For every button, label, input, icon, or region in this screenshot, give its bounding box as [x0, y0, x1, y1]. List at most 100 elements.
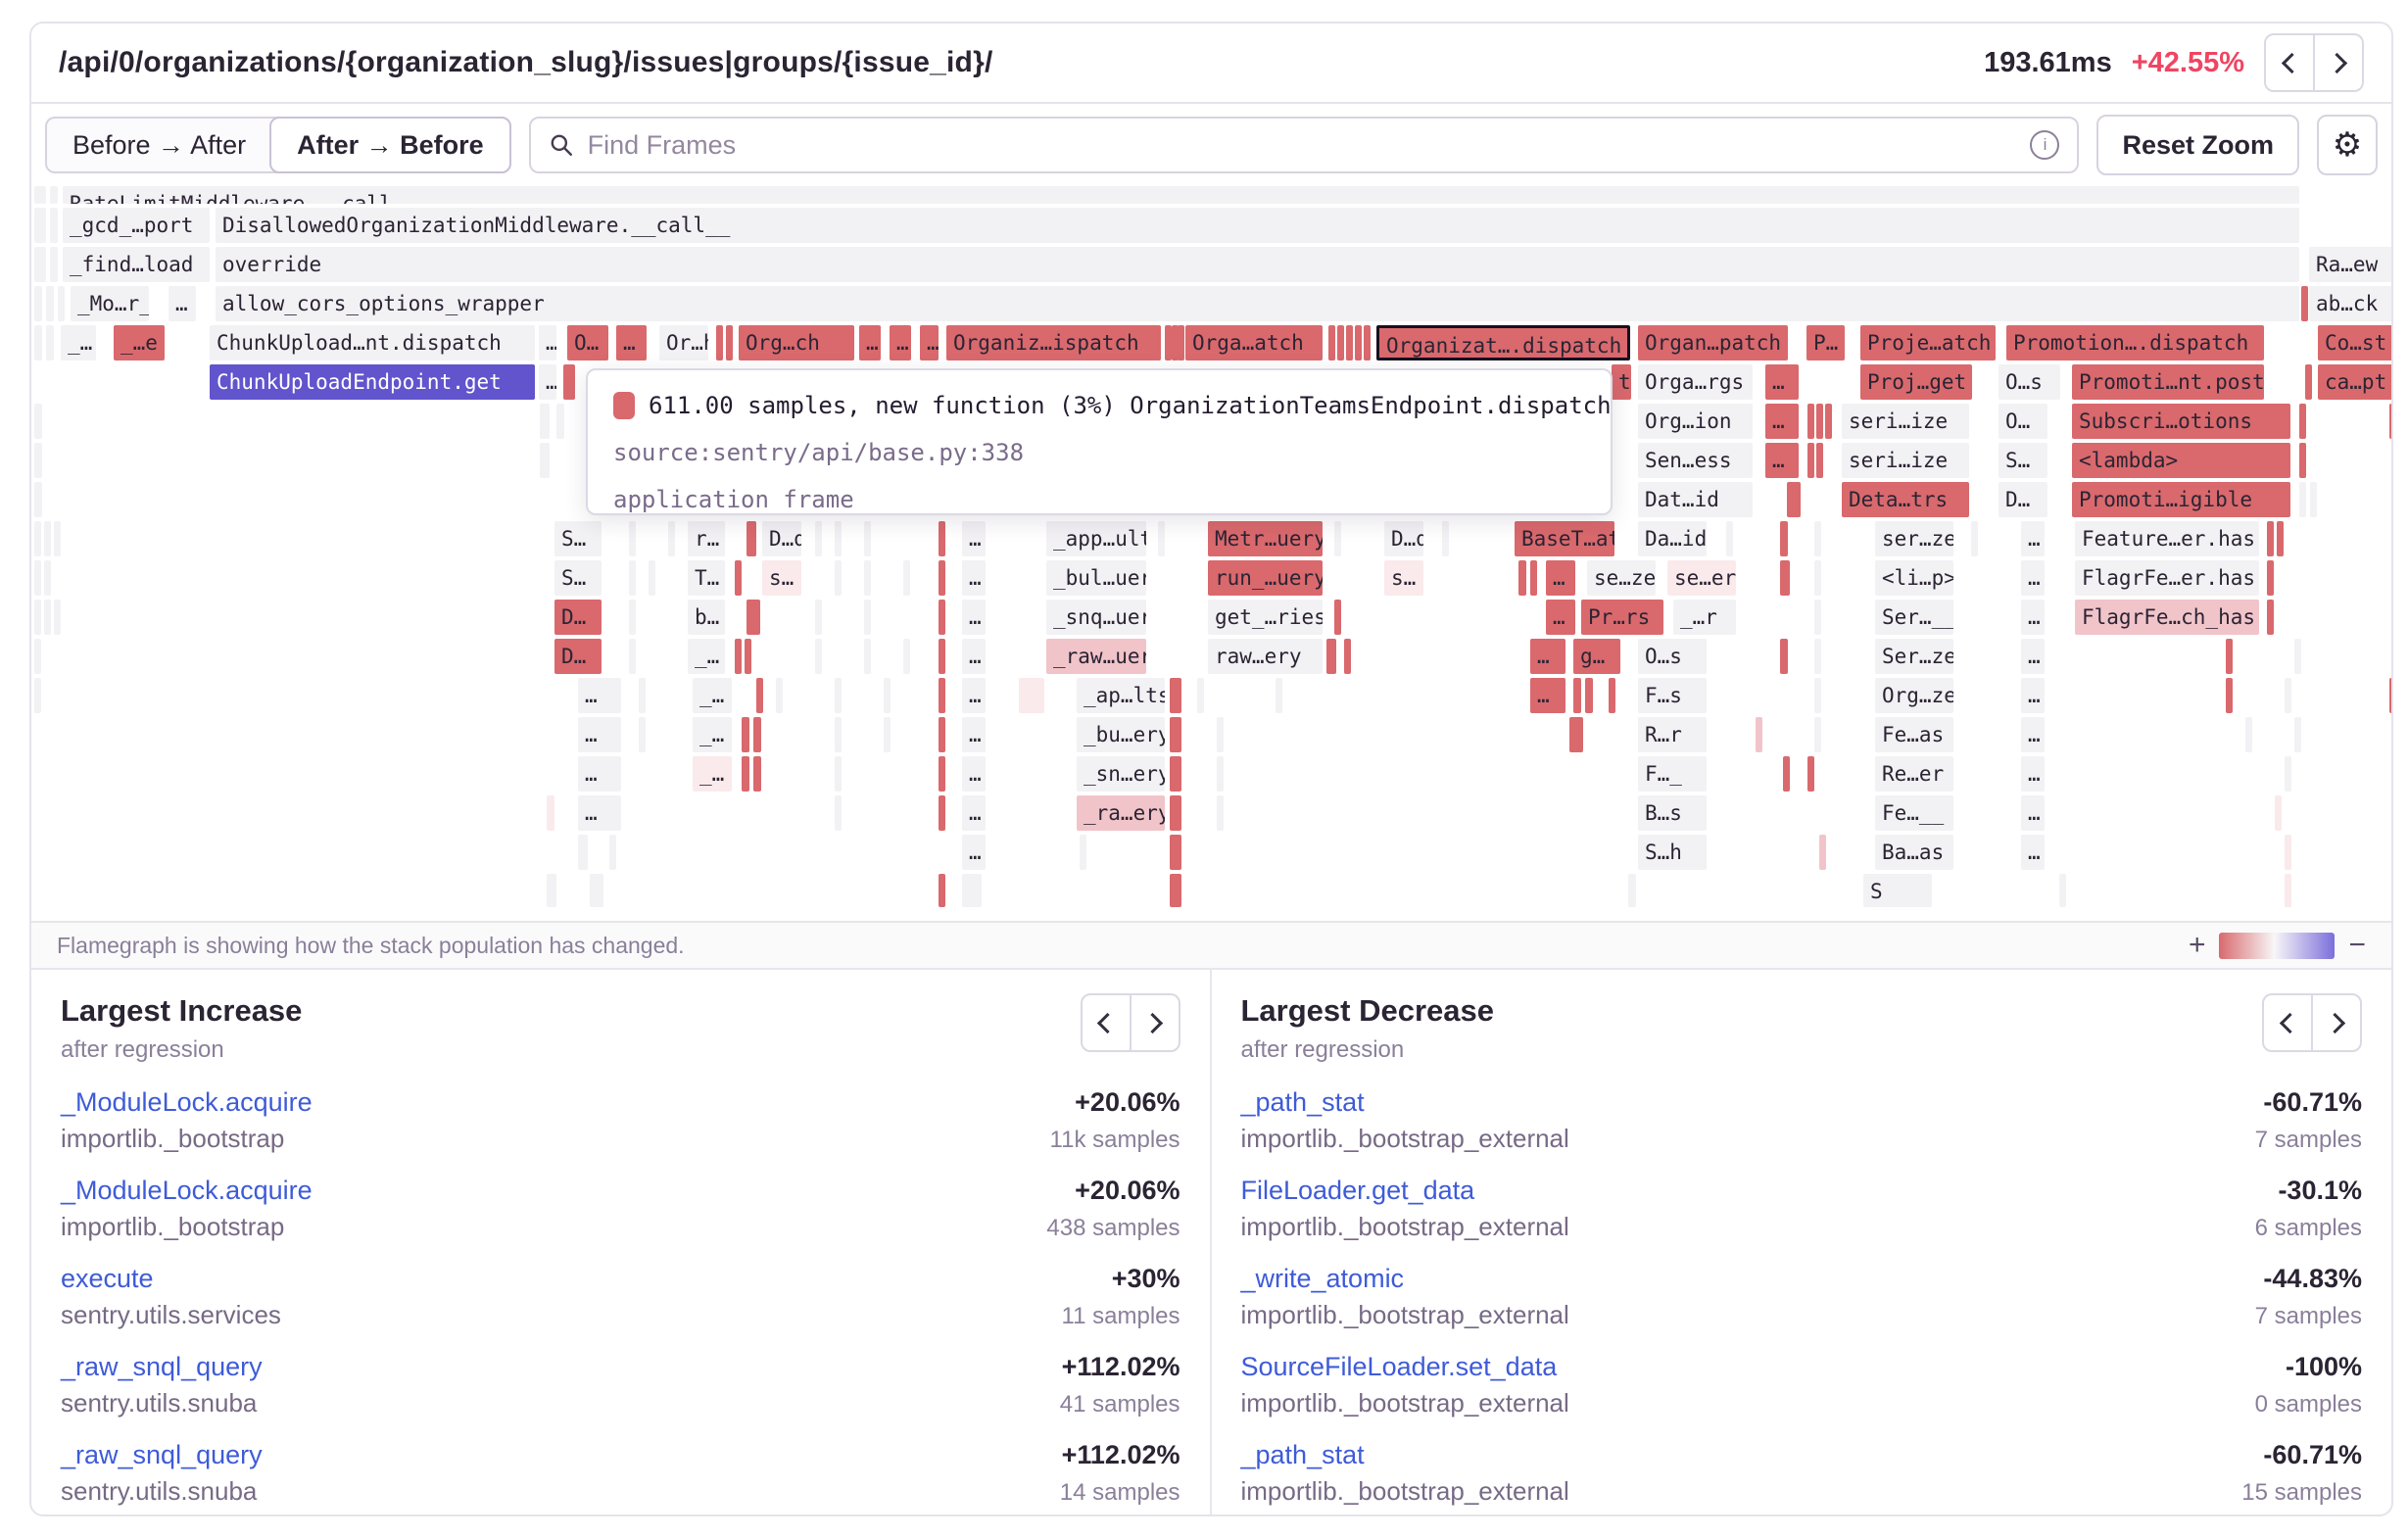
flame-cell[interactable]	[2226, 678, 2233, 713]
flame-cell[interactable]	[939, 600, 945, 635]
flame-cell[interactable]: …	[616, 325, 647, 360]
flame-cell[interactable]	[735, 560, 742, 596]
flame-cell[interactable]: …	[169, 286, 196, 321]
flame-cell[interactable]	[776, 678, 783, 713]
flame-cell[interactable]: T…	[688, 560, 725, 596]
flame-cell[interactable]: D…d	[762, 521, 801, 556]
flame-cell[interactable]	[962, 874, 982, 907]
flame-cell[interactable]	[2294, 639, 2301, 674]
flame-cell[interactable]	[1971, 521, 1978, 556]
flame-cell[interactable]: raw…ery	[1208, 639, 1323, 674]
flame-cell[interactable]: Or…h	[659, 325, 708, 360]
flame-cell[interactable]: Proj…get	[1860, 364, 1972, 400]
flame-cell[interactable]	[609, 835, 616, 870]
flame-cell[interactable]	[1814, 560, 1821, 596]
flame-cell[interactable]: ab…ck	[2309, 286, 2391, 321]
flame-cell[interactable]: …	[2021, 600, 2045, 635]
flame-cell[interactable]	[1780, 560, 1790, 596]
flame-cell[interactable]	[1780, 639, 1788, 674]
flame-cell[interactable]	[629, 521, 636, 556]
flame-cell[interactable]: …	[2021, 639, 2045, 674]
flame-cell[interactable]: P…	[1806, 325, 1845, 360]
flame-cell[interactable]	[2294, 717, 2301, 752]
flame-cell[interactable]	[1819, 835, 1826, 870]
flame-cell[interactable]: O…s	[1999, 364, 2060, 400]
flame-cell[interactable]	[2277, 521, 2284, 556]
flame-cell[interactable]	[2285, 874, 2291, 907]
flame-cell[interactable]	[2310, 482, 2317, 517]
flame-cell[interactable]	[2275, 795, 2282, 831]
flame-cell[interactable]: S…	[1999, 443, 2047, 478]
flame-cell[interactable]: Ser…__	[1875, 600, 1953, 635]
flame-cell[interactable]	[939, 756, 945, 792]
flame-cell[interactable]	[639, 717, 646, 752]
function-link[interactable]: _raw_snql_query	[61, 1352, 263, 1382]
flame-cell[interactable]: B…s	[1638, 795, 1707, 831]
flame-cell[interactable]	[1814, 639, 1821, 674]
flame-cell[interactable]: …	[962, 560, 986, 596]
flame-cell[interactable]: _…	[693, 678, 732, 713]
flame-cell[interactable]: r…	[688, 521, 725, 556]
flame-cell[interactable]: Organ…patch	[1638, 325, 1788, 360]
flame-cell[interactable]	[44, 600, 51, 635]
flame-cell[interactable]	[2299, 482, 2306, 517]
flame-cell[interactable]	[1364, 325, 1371, 360]
flame-cell[interactable]	[34, 186, 46, 204]
flame-cell[interactable]	[2305, 364, 2312, 400]
flame-cell[interactable]	[2267, 600, 2274, 635]
flame-cell[interactable]: …	[1765, 404, 1799, 439]
flame-cell[interactable]: …	[1546, 560, 1575, 596]
flame-cell[interactable]	[2245, 717, 2252, 752]
flame-cell[interactable]: …	[578, 678, 621, 713]
flame-cell[interactable]	[753, 717, 761, 752]
flame-cell[interactable]: S	[1863, 874, 1932, 907]
flame-cell[interactable]	[1165, 325, 1172, 360]
flame-cell[interactable]	[1814, 678, 1821, 713]
flame-cell[interactable]: …	[962, 600, 986, 635]
flame-cell[interactable]	[2267, 560, 2274, 596]
flame-cell[interactable]	[835, 560, 842, 596]
flame-cell[interactable]	[1780, 521, 1788, 556]
flame-cell[interactable]	[50, 186, 58, 204]
flame-cell[interactable]	[34, 443, 42, 478]
flame-cell[interactable]: b…	[688, 600, 725, 635]
flame-cell[interactable]	[1170, 678, 1181, 713]
flame-cell[interactable]	[742, 756, 749, 792]
flame-cell[interactable]: Org…ch	[739, 325, 854, 360]
flame-cell[interactable]	[668, 521, 675, 556]
flame-cell[interactable]: D…d	[1384, 521, 1423, 556]
flame-cell[interactable]: S…	[554, 560, 602, 596]
flame-cell[interactable]	[34, 208, 46, 243]
flame-cell[interactable]	[1346, 325, 1353, 360]
flame-cell[interactable]: _…	[693, 717, 732, 752]
flame-cell[interactable]	[1816, 443, 1823, 478]
flame-cell[interactable]: …	[1530, 678, 1565, 713]
function-link[interactable]: SourceFileLoader.set_data	[1241, 1352, 1558, 1382]
flame-cell[interactable]: Da…id	[1638, 521, 1707, 556]
flame-cell[interactable]	[1170, 835, 1181, 870]
flame-cell[interactable]: Pr…rs	[1581, 600, 1663, 635]
next-button[interactable]	[2313, 33, 2364, 92]
flame-cell[interactable]: seri…ize	[1842, 443, 1969, 478]
flame-cell[interactable]: _sn…ery	[1077, 756, 1165, 792]
flame-cell[interactable]	[540, 404, 550, 439]
flame-cell[interactable]	[1825, 404, 1832, 439]
flame-cell[interactable]: <li…p>	[1875, 560, 1953, 596]
flame-cell[interactable]: Organiz…ispatch	[946, 325, 1161, 360]
flame-cell[interactable]	[547, 795, 554, 831]
flame-cell[interactable]	[1814, 600, 1821, 635]
flame-cell[interactable]	[649, 560, 655, 596]
flame-cell[interactable]: Subscri…otions	[2072, 404, 2290, 439]
flame-cell[interactable]	[2285, 678, 2291, 713]
flame-cell[interactable]: _bul…uery	[1046, 560, 1146, 596]
function-link[interactable]: _ModuleLock.acquire	[61, 1087, 313, 1118]
flame-cell[interactable]: Co…st	[2318, 325, 2391, 360]
flame-cell[interactable]: …	[2021, 521, 2045, 556]
flame-cell[interactable]	[1628, 874, 1636, 907]
decrease-prev-button[interactable]	[2262, 993, 2313, 1052]
flame-cell[interactable]	[50, 208, 58, 243]
flame-cell[interactable]: …	[539, 325, 556, 360]
flame-cell[interactable]: Org…ion	[1638, 404, 1753, 439]
flame-cell[interactable]: ca…pt	[2318, 364, 2391, 400]
flame-cell[interactable]: S…	[554, 521, 602, 556]
